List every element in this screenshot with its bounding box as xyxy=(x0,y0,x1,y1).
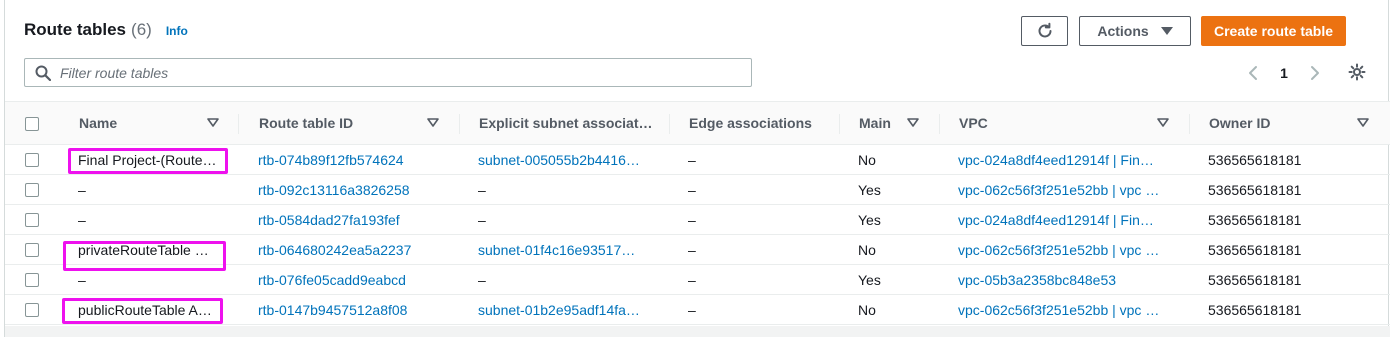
row-checkbox[interactable] xyxy=(25,243,39,257)
previous-page-icon[interactable] xyxy=(1241,61,1265,85)
pagination: 1 xyxy=(1241,60,1327,86)
search-icon xyxy=(35,65,51,81)
column-header-edge-associations[interactable]: Edge associations xyxy=(689,102,849,144)
sort-icon xyxy=(427,118,439,127)
gear-icon xyxy=(1348,63,1366,81)
column-header-main[interactable]: Main xyxy=(859,102,939,144)
sort-icon xyxy=(907,118,919,127)
route-table-name: – xyxy=(78,181,86,198)
route-tables-table: Name Route table ID Explicit subnet asso… xyxy=(5,101,1390,325)
table-row[interactable]: – rtb-092c13116a3826258 – – Yes vpc-062c… xyxy=(5,175,1390,205)
subnet-association: – xyxy=(478,271,486,288)
column-header-vpc[interactable]: VPC xyxy=(959,102,1189,144)
row-checkbox[interactable] xyxy=(25,303,39,317)
route-table-count: (6) xyxy=(131,20,152,39)
actions-button[interactable]: Actions xyxy=(1079,16,1191,46)
subnet-association-link[interactable]: subnet-005055b2b4416… xyxy=(478,145,658,174)
table-row[interactable]: – rtb-0584dad27fa193fef – – Yes vpc-024a… xyxy=(5,205,1390,235)
horizontal-scrollbar[interactable] xyxy=(5,326,1390,337)
main-flag: No xyxy=(858,301,876,318)
edge-associations: – xyxy=(688,211,696,228)
column-divider[interactable] xyxy=(1189,114,1190,134)
name-highlight-box xyxy=(62,298,223,324)
route-table-name: – xyxy=(78,211,86,228)
vpc-link[interactable]: vpc-024a8df4eed12914f | Fin… xyxy=(958,145,1188,174)
main-flag: No xyxy=(858,151,876,168)
subnet-association-link[interactable]: subnet-01b2e95adf14fa… xyxy=(478,295,658,324)
panel-header: Route tables (6) Info xyxy=(24,20,188,40)
page-number[interactable]: 1 xyxy=(1265,65,1303,81)
owner-id: 536565618181 xyxy=(1208,181,1302,198)
edge-associations: – xyxy=(688,241,696,258)
row-checkbox[interactable] xyxy=(25,273,39,287)
caret-down-icon xyxy=(1160,27,1173,35)
actions-label: Actions xyxy=(1097,23,1149,39)
route-table-id-link[interactable]: rtb-076fe05cadd9eabcd xyxy=(258,265,448,294)
filter-search-input[interactable] xyxy=(60,64,700,81)
refresh-icon xyxy=(1038,22,1051,38)
owner-id: 536565618181 xyxy=(1208,301,1302,318)
main-flag: Yes xyxy=(858,271,881,288)
column-divider[interactable] xyxy=(238,114,239,134)
column-divider[interactable] xyxy=(459,114,460,134)
edge-associations: – xyxy=(688,151,696,168)
column-header-route-table-id[interactable]: Route table ID xyxy=(259,102,459,144)
create-route-table-button[interactable]: Create route table xyxy=(1201,16,1346,46)
route-table-id-link[interactable]: rtb-0584dad27fa193fef xyxy=(258,205,448,234)
name-highlight-box xyxy=(63,241,226,271)
column-header-owner-id[interactable]: Owner ID xyxy=(1209,102,1379,144)
table-header: Name Route table ID Explicit subnet asso… xyxy=(5,101,1390,145)
route-table-id-link[interactable]: rtb-074b89f12fb574624 xyxy=(258,145,448,174)
row-checkbox[interactable] xyxy=(25,153,39,167)
sort-icon xyxy=(1157,118,1169,127)
sort-icon xyxy=(1357,118,1369,127)
vpc-link[interactable]: vpc-024a8df4eed12914f | Fin… xyxy=(958,205,1188,234)
sort-icon xyxy=(207,118,219,127)
subnet-association-link[interactable]: subnet-01f4c16e93517… xyxy=(478,235,658,264)
main-flag: Yes xyxy=(858,181,881,198)
edge-associations: – xyxy=(688,181,696,198)
row-checkbox[interactable] xyxy=(25,183,39,197)
row-checkbox[interactable] xyxy=(25,213,39,227)
subnet-association: – xyxy=(478,181,486,198)
owner-id: 536565618181 xyxy=(1208,151,1302,168)
column-divider[interactable] xyxy=(839,114,840,134)
route-table-id-link[interactable]: rtb-0147b9457512a8f08 xyxy=(258,295,448,324)
route-tables-panel: Route tables (6) Info Actions Create rou… xyxy=(4,0,1390,337)
column-header-name[interactable]: Name xyxy=(79,102,239,144)
filter-search-box[interactable] xyxy=(24,58,752,87)
info-link[interactable]: Info xyxy=(166,24,188,38)
column-divider[interactable] xyxy=(939,114,940,134)
owner-id: 536565618181 xyxy=(1208,211,1302,228)
owner-id: 536565618181 xyxy=(1208,241,1302,258)
owner-id: 536565618181 xyxy=(1208,271,1302,288)
create-route-table-label: Create route table xyxy=(1213,23,1334,39)
route-table-id-link[interactable]: rtb-092c13116a3826258 xyxy=(258,175,448,204)
subnet-association: – xyxy=(478,211,486,228)
select-all-checkbox[interactable] xyxy=(25,117,39,131)
edge-associations: – xyxy=(688,301,696,318)
column-divider[interactable] xyxy=(669,114,670,134)
column-header-explicit-subnet-associations[interactable]: Explicit subnet associat… xyxy=(479,102,659,144)
vpc-link[interactable]: vpc-062c56f3f251e52bb | vpc … xyxy=(958,235,1188,264)
edge-associations: – xyxy=(688,271,696,288)
name-highlight-box xyxy=(68,148,228,174)
vpc-link[interactable]: vpc-062c56f3f251e52bb | vpc … xyxy=(958,295,1188,324)
route-table-id-link[interactable]: rtb-064680242ea5a2237 xyxy=(258,235,448,264)
vpc-link[interactable]: vpc-062c56f3f251e52bb | vpc … xyxy=(958,175,1188,204)
next-page-icon[interactable] xyxy=(1303,61,1327,85)
vpc-link[interactable]: vpc-05b3a2358bc848e53 xyxy=(958,265,1188,294)
main-flag: Yes xyxy=(858,211,881,228)
refresh-button[interactable] xyxy=(1021,16,1068,46)
main-flag: No xyxy=(858,241,876,258)
table-settings-button[interactable] xyxy=(1345,60,1369,84)
page-title: Route tables xyxy=(24,20,127,39)
